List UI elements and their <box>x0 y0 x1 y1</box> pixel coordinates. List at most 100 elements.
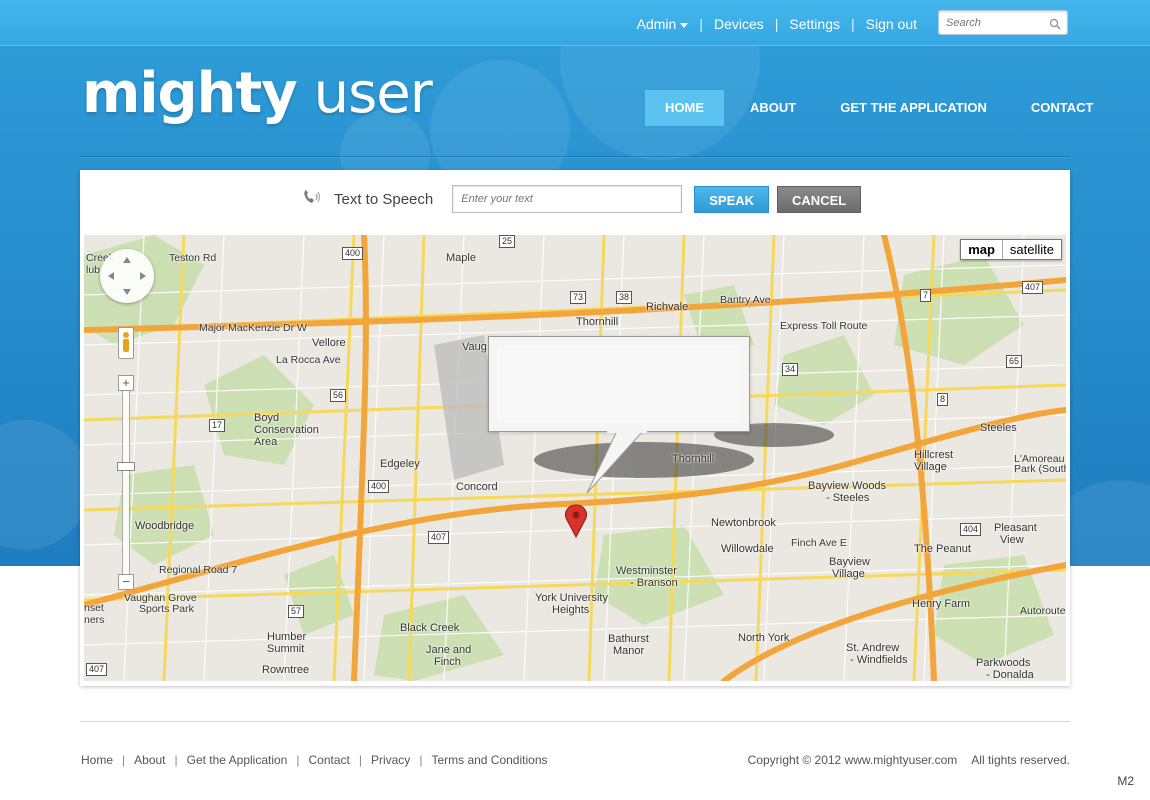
map-label: Finch Ave E <box>791 537 847 549</box>
map-label: Conservation <box>254 424 319 436</box>
footer-separator: | <box>358 753 362 767</box>
street-view-pegman-icon[interactable] <box>118 327 134 359</box>
text-to-speech-input[interactable] <box>452 185 683 213</box>
zoom-slider-handle[interactable] <box>117 462 135 471</box>
map-label: Summit <box>267 643 305 655</box>
pan-control[interactable] <box>100 249 154 303</box>
logo[interactable]: mighty user <box>82 61 433 126</box>
header-divider <box>80 156 1070 158</box>
footer-link-privacy[interactable]: Privacy <box>371 753 410 767</box>
map-label: Parkwoods <box>976 657 1031 669</box>
map-label: - Donalda <box>986 669 1034 681</box>
cancel-button[interactable]: CANCEL <box>777 185 862 213</box>
nav-separator: | <box>699 16 703 32</box>
highway-shield: 7 <box>920 289 932 302</box>
map-label: Regional Road 7 <box>159 564 238 576</box>
footer-link-home[interactable]: Home <box>81 753 113 767</box>
nav-about[interactable]: ABOUT <box>730 90 816 126</box>
footer-separator: | <box>296 753 300 767</box>
map-type-map-button[interactable]: map <box>961 240 1003 259</box>
rights-text: All tights reserved. <box>971 753 1070 767</box>
footer-link-contact[interactable]: Contact <box>308 753 349 767</box>
phone-icon <box>302 188 324 211</box>
nav-separator: | <box>774 16 779 32</box>
admin-menu[interactable]: Admin <box>637 16 689 32</box>
map-label: Jane and <box>426 644 472 656</box>
map-label: Vellore <box>312 337 346 349</box>
settings-link[interactable]: Settings <box>789 16 840 32</box>
footer-nav: Home | About | Get the Application | Con… <box>81 753 548 767</box>
text-to-speech-bar: Text to Speech SPEAK CANCEL <box>302 185 862 213</box>
highway-shield: 407 <box>428 531 450 544</box>
text-to-speech-label: Text to Speech <box>334 190 434 208</box>
highway-shield: 25 <box>499 235 516 248</box>
map-label: Willowdale <box>721 543 774 555</box>
map-label: View <box>1000 534 1024 546</box>
footer-link-get-application[interactable]: Get the Application <box>187 753 288 767</box>
map-label: Maple <box>446 252 476 264</box>
map-label: Bayview <box>829 556 870 568</box>
map-type-control: map satellite <box>960 239 1062 260</box>
main-nav: HOME ABOUT GET THE APPLICATION CONTACT <box>645 90 1095 126</box>
map-label: nset <box>84 602 104 614</box>
map-label: - Branson <box>630 577 678 589</box>
devices-link[interactable]: Devices <box>714 16 764 32</box>
map-label: Bantry Ave <box>720 294 771 306</box>
footer-link-about[interactable]: About <box>134 753 165 767</box>
footer-link-terms[interactable]: Terms and Conditions <box>431 753 547 767</box>
search-box <box>938 10 1068 35</box>
top-bar: Admin | Devices | Settings | Sign out <box>0 0 1150 46</box>
zoom-out-button[interactable]: − <box>118 574 134 590</box>
map-label: Rowntree <box>262 664 310 676</box>
map-label: Autoroute d <box>1020 605 1066 617</box>
map-label: Park (South <box>1014 463 1066 475</box>
map-type-satellite-button[interactable]: satellite <box>1003 240 1061 259</box>
highway-shield: 8 <box>937 393 949 406</box>
sign-out-link[interactable]: Sign out <box>866 16 917 32</box>
map-label: Steeles <box>980 422 1017 434</box>
map-label: lub <box>86 264 101 276</box>
nav-get-application[interactable]: GET THE APPLICATION <box>820 90 1007 126</box>
map-label: Manor <box>613 645 645 657</box>
map-label: Thornhill <box>576 316 619 328</box>
highway-shield: 404 <box>960 523 982 536</box>
map-label: Village <box>832 568 865 580</box>
map-info-window[interactable] <box>488 336 750 494</box>
top-nav: Admin | Devices | Settings | Sign out <box>637 16 917 32</box>
map-label: Vaug <box>462 341 487 353</box>
info-window-pointer <box>586 431 647 494</box>
map-label: Westminster <box>616 565 677 577</box>
map-label: - Steeles <box>826 492 870 504</box>
zoom-in-button[interactable]: + <box>118 375 134 391</box>
highway-shield: 38 <box>616 291 633 304</box>
chevron-down-icon <box>680 22 689 28</box>
map-label: Edgeley <box>380 458 420 470</box>
highway-shield: 57 <box>288 605 305 618</box>
logo-part-bold: mighty <box>82 61 298 126</box>
map-label: Bathurst <box>608 633 649 645</box>
footer-divider <box>80 721 1070 722</box>
map-label: Woodbridge <box>135 520 195 532</box>
nav-contact[interactable]: CONTACT <box>1011 90 1096 126</box>
highway-shield: 400 <box>342 247 364 260</box>
map-label: Finch <box>434 656 461 668</box>
nav-home[interactable]: HOME <box>645 90 724 126</box>
speak-button[interactable]: SPEAK <box>694 185 770 213</box>
map-label: Thornhill <box>672 453 715 465</box>
map-view[interactable]: Creek lub Teston Rd Maple Bantry Ave Maj… <box>84 235 1066 681</box>
highway-shield: 34 <box>782 363 799 376</box>
map-label: Heights <box>552 604 590 616</box>
search-input[interactable] <box>939 11 1039 34</box>
map-label: Henry Farm <box>912 598 971 610</box>
map-label: Boyd <box>254 412 280 424</box>
map-label: Pleasant <box>994 522 1037 534</box>
zoom-slider-track[interactable] <box>122 380 130 590</box>
map-label: North York <box>738 632 790 644</box>
map-label: Teston Rd <box>169 252 217 264</box>
highway-shield: 17 <box>209 419 226 432</box>
map-label: ners <box>84 614 105 626</box>
map-label: La Rocca Ave <box>276 354 341 366</box>
search-icon[interactable] <box>1049 17 1061 35</box>
map-label: Area <box>254 436 278 448</box>
highway-shield: 65 <box>1006 355 1023 368</box>
